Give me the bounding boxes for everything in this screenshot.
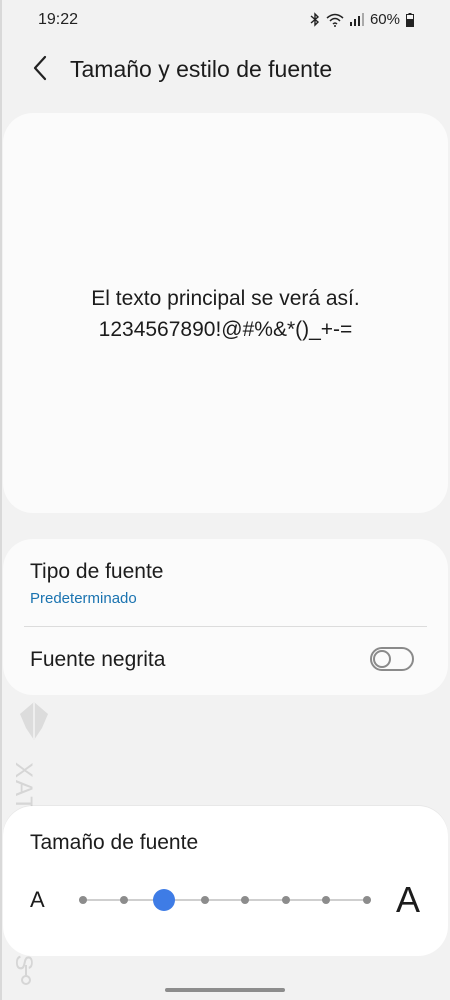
status-bar: 19:22 60% <box>0 0 450 42</box>
font-size-small-label: A <box>30 887 45 912</box>
font-size-title: Tamaño de fuente <box>30 831 199 854</box>
slider-thumb[interactable] <box>153 889 176 911</box>
status-icons: 60% <box>310 11 414 28</box>
bold-font-toggle[interactable] <box>370 647 414 671</box>
back-button[interactable] <box>24 52 56 88</box>
page-title: Tamaño y estilo de fuente <box>70 56 333 82</box>
font-size-slider[interactable] <box>75 886 375 914</box>
battery-icon <box>406 12 414 27</box>
slider-step-dot[interactable] <box>241 896 250 904</box>
font-options-card: Tipo de fuente Predeterminado Fuente neg… <box>3 539 448 695</box>
chevron-left-icon <box>32 55 48 86</box>
gesture-navigation-bar[interactable] <box>165 988 285 992</box>
preview-line-2: 1234567890!@#%&*()_+-= <box>98 318 353 341</box>
font-type-option[interactable]: Tipo de fuente Predeterminado <box>3 539 448 626</box>
slider-step-dot[interactable] <box>281 896 290 904</box>
font-size-card: Tamaño de fuente A A <box>3 806 448 956</box>
left-edge-line <box>0 0 2 1000</box>
preview-text: El texto principal se verá así. 12345678… <box>3 283 448 345</box>
status-time: 19:22 <box>38 11 79 28</box>
app-header: Tamaño y estilo de fuente <box>0 42 450 100</box>
watermark-logo-icon <box>20 702 48 740</box>
slider-step-dot[interactable] <box>200 896 209 904</box>
bluetooth-icon <box>310 12 320 27</box>
slider-step-dot[interactable] <box>322 896 331 904</box>
slider-step-dot[interactable] <box>79 896 87 904</box>
bold-font-option[interactable]: Fuente negrita <box>3 627 448 695</box>
signal-icon <box>349 13 364 26</box>
font-preview-card: El texto principal se verá así. 12345678… <box>3 113 448 513</box>
battery-percent: 60% <box>369 11 400 28</box>
slider-step-dot[interactable] <box>119 896 128 904</box>
wifi-icon <box>326 13 344 27</box>
slider-step-dot[interactable] <box>363 896 371 904</box>
font-size-large-label: A <box>396 879 421 920</box>
font-type-label: Tipo de fuente <box>30 560 164 583</box>
bold-font-label: Fuente negrita <box>30 648 166 671</box>
font-type-value: Predeterminado <box>30 590 137 607</box>
toggle-knob <box>373 650 391 668</box>
preview-line-1: El texto principal se verá así. <box>91 287 360 310</box>
